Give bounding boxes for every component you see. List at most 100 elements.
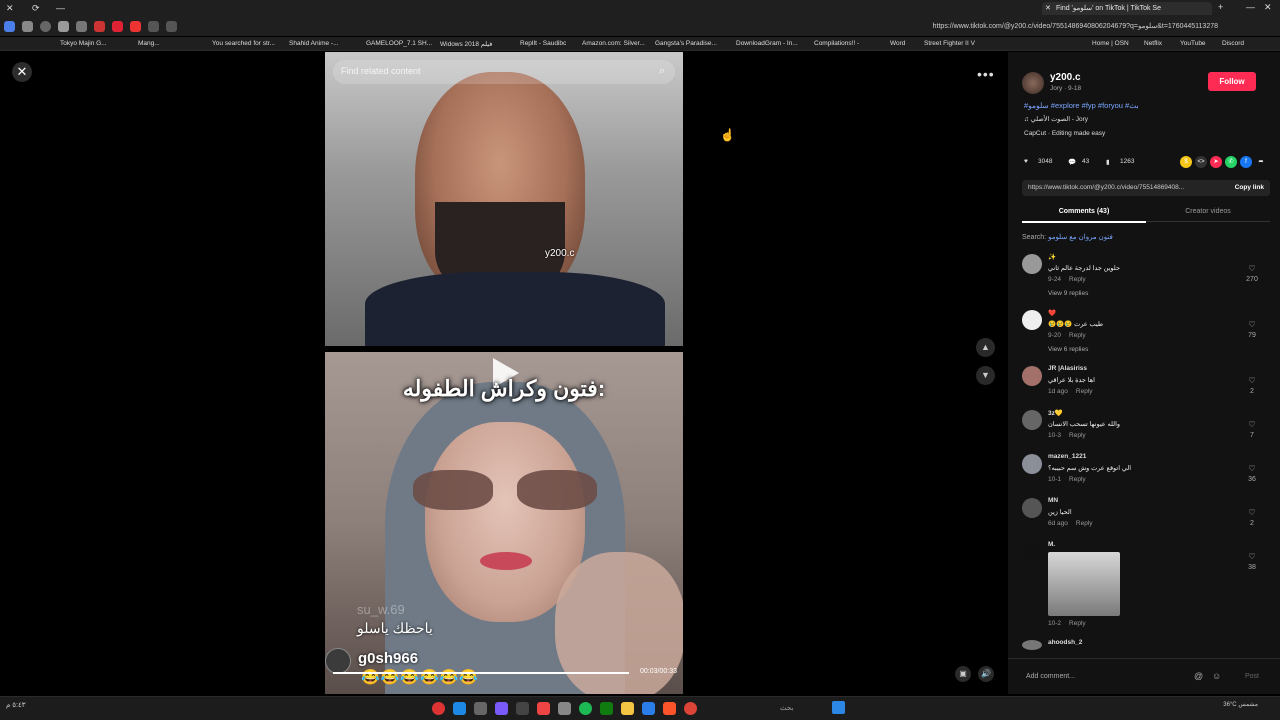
window-close-icon[interactable]: ✕ [1264, 2, 1272, 13]
facebook-icon[interactable]: f [1240, 156, 1252, 168]
tab-close-icon[interactable]: ✕ [1045, 4, 1051, 12]
taskbar-search[interactable]: بحث [780, 704, 793, 712]
previous-video-button[interactable]: ▲ [976, 338, 995, 357]
comment-user[interactable]: mazen_1221 [1048, 453, 1086, 460]
tab-comments[interactable]: Comments (43) [1022, 208, 1146, 223]
comment-user[interactable]: MN [1048, 497, 1058, 504]
chrome-icon[interactable] [684, 702, 697, 715]
menu-icon[interactable] [22, 21, 33, 32]
bookmark-item[interactable]: Amazon.com: Silver... [582, 40, 645, 47]
comment-user[interactable]: ❤️ [1048, 309, 1056, 317]
bookmark-item[interactable]: Gangsta's Paradise... [655, 40, 717, 47]
bookmark-item[interactable]: GAMELOOP_7.1 SH... [366, 40, 432, 47]
capcut-link[interactable]: CapCut · Editing made easy [1024, 130, 1105, 137]
bookmark-item[interactable]: ReplIt - Saudibc [520, 40, 566, 47]
send-icon[interactable]: ➤ [1210, 156, 1222, 168]
app-icon[interactable] [432, 702, 445, 715]
bookmark-item[interactable]: Street Fighter II V [924, 40, 975, 47]
weather-widget[interactable]: 36°C مشمس [1223, 701, 1258, 708]
extension-icon[interactable] [94, 21, 105, 32]
minimize-icon[interactable]: — [56, 3, 65, 13]
bookmark-item[interactable]: Discord [1222, 40, 1244, 47]
bookmark-item[interactable]: Home | OSN [1092, 40, 1129, 47]
reply-button[interactable]: Reply [1069, 432, 1086, 439]
app-icon[interactable] [537, 702, 550, 715]
coin-icon[interactable]: $ [1180, 156, 1192, 168]
share-icon[interactable]: ➦ [1255, 156, 1267, 168]
comment-user[interactable]: M. [1048, 541, 1055, 548]
profile-icon[interactable] [40, 21, 51, 32]
reply-button[interactable]: Reply [1069, 276, 1086, 283]
comment-icon[interactable]: 💬 [1068, 158, 1076, 166]
heart-icon[interactable]: ♡ [1242, 420, 1262, 429]
app-icon[interactable] [495, 702, 508, 715]
comment-user[interactable]: JR |Alasiriss [1048, 365, 1087, 372]
bookmark-item[interactable]: Shahid Anime -... [289, 40, 339, 47]
heart-icon[interactable]: ♡ [1242, 552, 1262, 561]
bookmark-item[interactable]: DownloadGram - In... [736, 40, 798, 47]
heart-icon[interactable]: ♡ [1242, 508, 1262, 517]
music-link[interactable]: ♫ الصوت الأصلي - Jory [1024, 115, 1088, 123]
like-icon[interactable]: ♥ [1024, 158, 1028, 165]
heart-icon[interactable]: ♡ [1242, 376, 1262, 385]
reply-button[interactable]: Reply [1076, 520, 1093, 527]
sync-icon[interactable] [76, 21, 87, 32]
app-icon[interactable] [558, 702, 571, 715]
comment-user[interactable]: 3z💛 [1048, 409, 1063, 417]
avatar[interactable] [1022, 366, 1042, 386]
new-tab-icon[interactable]: + [1218, 2, 1223, 12]
record-icon[interactable] [130, 21, 141, 32]
heart-icon[interactable]: ♡ [1242, 264, 1262, 273]
refresh-icon[interactable]: ⟳ [32, 3, 40, 14]
windows-start-icon[interactable] [832, 701, 845, 714]
volume-icon[interactable]: 🔊 [978, 666, 994, 682]
close-icon[interactable]: ✕ [6, 3, 14, 14]
avatar[interactable] [1022, 498, 1042, 518]
app-icon[interactable] [642, 702, 655, 715]
xbox-icon[interactable] [600, 702, 613, 715]
follow-button[interactable]: Follow [1208, 72, 1256, 91]
reader-icon[interactable] [166, 21, 177, 32]
comment-user[interactable]: ahoodsh_2 [1048, 639, 1082, 646]
spotify-icon[interactable] [579, 702, 592, 715]
taskbar-clock[interactable]: ٥:٤٣ م [6, 701, 26, 709]
avatar[interactable] [1022, 310, 1042, 330]
post-button[interactable]: Post [1245, 673, 1259, 680]
heart-icon[interactable]: ♡ [1242, 320, 1262, 329]
extension-icon[interactable] [4, 21, 15, 32]
tab-creator-videos[interactable]: Creator videos [1146, 208, 1270, 215]
video-hashtags[interactable]: #سلومو #explore #fyp #foryou #بث [1024, 101, 1139, 110]
avatar[interactable] [1022, 454, 1042, 474]
view-replies-button[interactable]: View 6 replies [1048, 346, 1088, 353]
copy-link-button[interactable]: Copy link [1230, 184, 1264, 191]
author-name[interactable]: y200.c [1050, 72, 1081, 83]
bookmark-item[interactable]: YouTube [1180, 40, 1206, 47]
reply-button[interactable]: Reply [1069, 332, 1086, 339]
comment-user[interactable]: ✨ [1048, 253, 1056, 261]
more-options-icon[interactable]: ••• [977, 66, 995, 82]
avatar[interactable] [1022, 542, 1042, 562]
add-comment-input[interactable]: Add comment... [1026, 673, 1075, 680]
bookmark-icon[interactable]: ▮ [1106, 158, 1110, 166]
edge-icon[interactable] [453, 702, 466, 715]
picture-in-picture-icon[interactable]: ▣ [955, 666, 971, 682]
tab-active[interactable]: ✕ Find 'سلومو' on TikTok | TikTok Se [1042, 2, 1212, 15]
bookmark-item[interactable]: Tokyo Majin G... [60, 40, 107, 47]
avatar[interactable] [1022, 254, 1042, 274]
bookmark-item[interactable]: You searched for str... [212, 40, 275, 47]
related-search-input[interactable]: Find related content ⌕ [333, 60, 675, 84]
next-video-button[interactable]: ▼ [976, 366, 995, 385]
bookmark-star-icon[interactable] [148, 21, 159, 32]
reply-button[interactable]: Reply [1069, 476, 1086, 483]
brave-icon[interactable] [663, 702, 676, 715]
avatar[interactable] [1022, 410, 1042, 430]
avatar[interactable] [1022, 640, 1042, 650]
bookmark-item[interactable]: Widows 2018 فيلم [440, 40, 492, 48]
comment-image[interactable] [1048, 552, 1120, 616]
author-avatar[interactable] [1022, 72, 1044, 94]
app-icon[interactable] [516, 702, 529, 715]
video-player[interactable]: Find related content ⌕ y200.c فتون وكراش… [325, 52, 683, 694]
embed-icon[interactable]: <> [1195, 156, 1207, 168]
bookmark-item[interactable]: Mang... [138, 40, 160, 47]
comment-search-query[interactable]: فتون مروان مع سلومو [1048, 234, 1113, 241]
